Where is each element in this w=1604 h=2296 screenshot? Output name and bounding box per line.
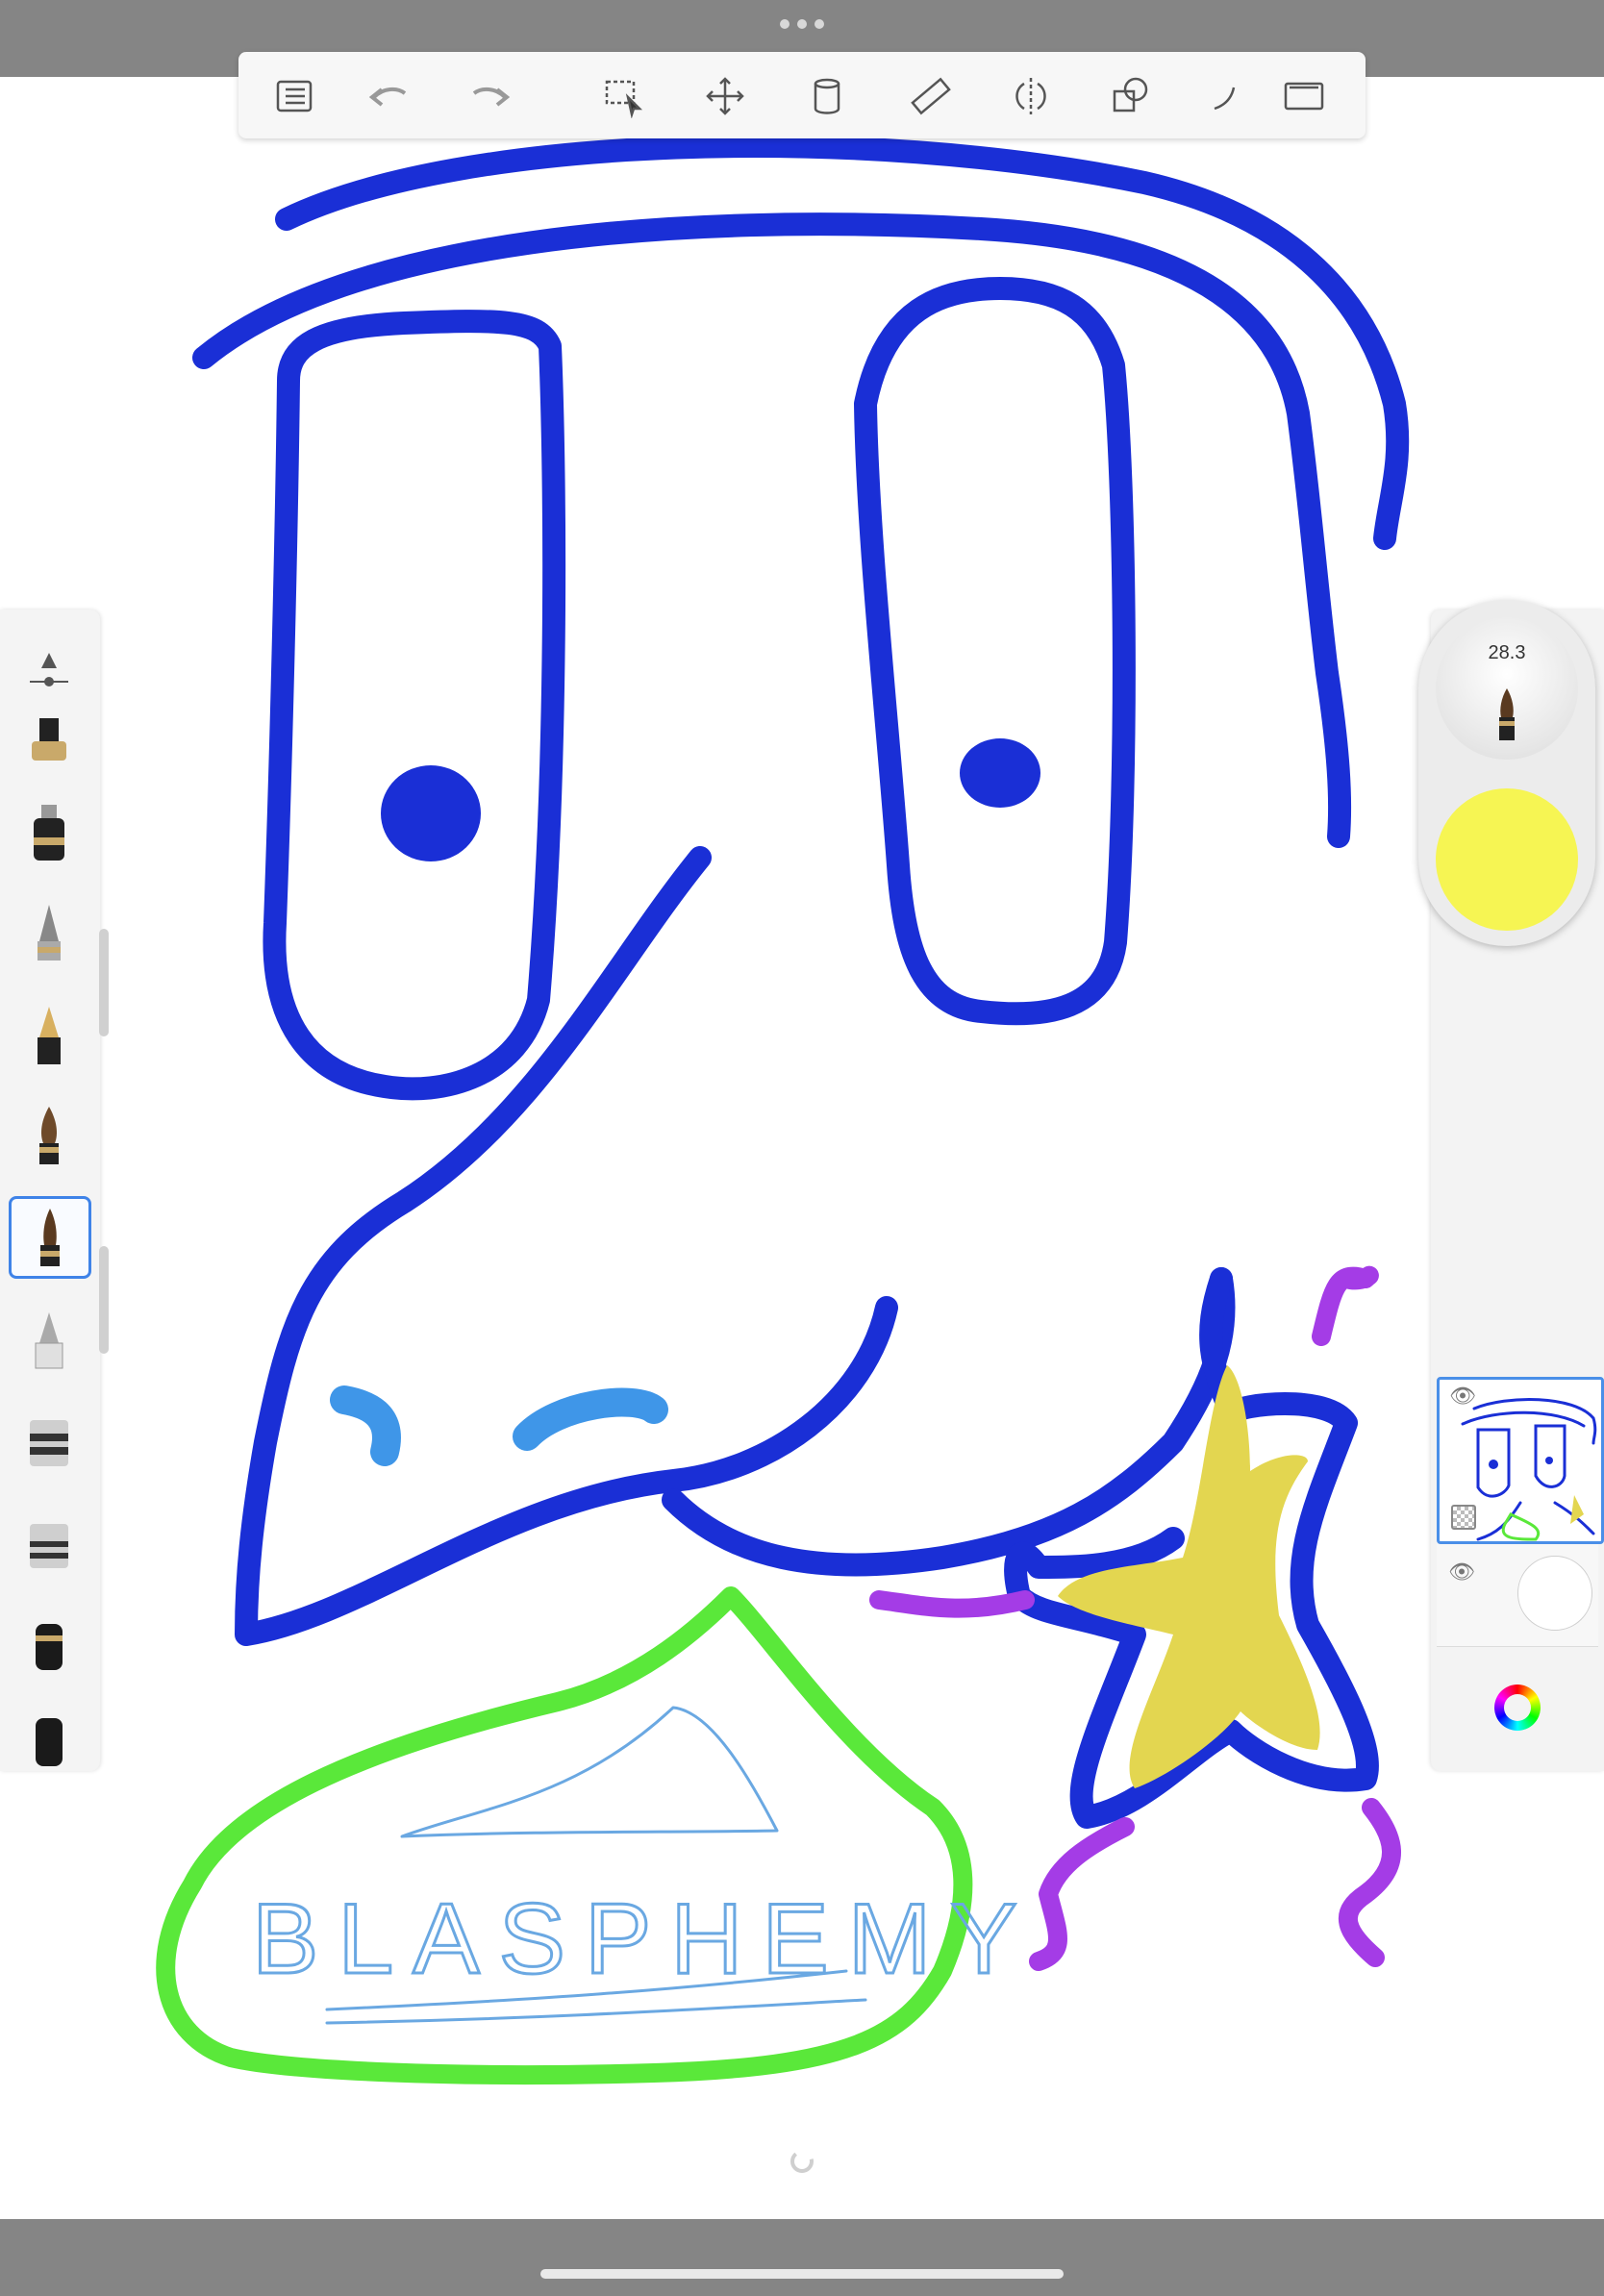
paintbrush-icon[interactable] (12, 1098, 87, 1173)
drawing-canvas[interactable]: BLASPHEMY (0, 0, 1604, 2296)
redo-icon[interactable] (465, 69, 519, 123)
ink-pen-icon[interactable] (12, 706, 87, 781)
layer-visibility-eye-icon-2[interactable]: 👁 (1448, 1560, 1475, 1585)
technical-pen-icon[interactable] (12, 796, 87, 871)
ruler-icon[interactable] (904, 69, 958, 123)
selection-icon[interactable] (596, 69, 650, 123)
brush-and-color-puck: 28.3 (1418, 600, 1595, 946)
layer-checker-icon (1451, 1505, 1476, 1530)
layer-color-circle[interactable] (1517, 1556, 1592, 1631)
brush-size-puck[interactable]: 28.3 (1436, 617, 1578, 760)
color-wheel-icon[interactable] (1494, 1685, 1541, 1731)
layer-thumbnail-selected[interactable]: 👁 (1437, 1377, 1604, 1544)
layer-visibility-eye-icon[interactable]: 👁 (1449, 1384, 1476, 1409)
undo-icon[interactable] (360, 69, 414, 123)
drawing-text: BLASPHEMY (252, 1884, 1037, 1995)
smudge-icon[interactable] (12, 1702, 87, 1771)
fountain-pen-icon[interactable] (12, 998, 87, 1073)
ink-brush-icon[interactable] (9, 1196, 91, 1279)
symmetry-icon[interactable] (1004, 69, 1058, 123)
brush-panel-grip-top[interactable] (99, 929, 109, 1036)
loading-spinner-icon (790, 2150, 814, 2173)
fill-icon[interactable] (800, 69, 854, 123)
brush-panel-grip-bottom[interactable] (99, 1246, 109, 1354)
marker-icon[interactable] (12, 1406, 87, 1481)
main-toolbar (238, 52, 1366, 138)
fullscreen-icon[interactable] (1277, 69, 1331, 123)
pencil-icon[interactable] (12, 896, 87, 971)
brush-size-slider-icon[interactable] (12, 636, 87, 711)
home-indicator[interactable] (540, 2269, 1064, 2279)
ink-brush-icon (1499, 688, 1515, 740)
transform-icon[interactable] (698, 69, 752, 123)
chisel-marker-icon[interactable] (12, 1302, 87, 1377)
multitasking-dots-icon[interactable] (780, 17, 824, 31)
layer-row-background[interactable]: 👁 (1437, 1544, 1598, 1647)
curve-icon[interactable] (1192, 69, 1246, 123)
eraser-icon[interactable] (12, 1610, 87, 1685)
brush-library (0, 610, 100, 1771)
bottom-chrome-bar (0, 2219, 1604, 2296)
airbrush-icon[interactable] (12, 1508, 87, 1583)
current-color-swatch[interactable] (1436, 788, 1578, 931)
shapes-icon[interactable] (1104, 69, 1158, 123)
list-icon[interactable] (267, 69, 321, 123)
brush-size-value: 28.3 (1488, 642, 1526, 663)
